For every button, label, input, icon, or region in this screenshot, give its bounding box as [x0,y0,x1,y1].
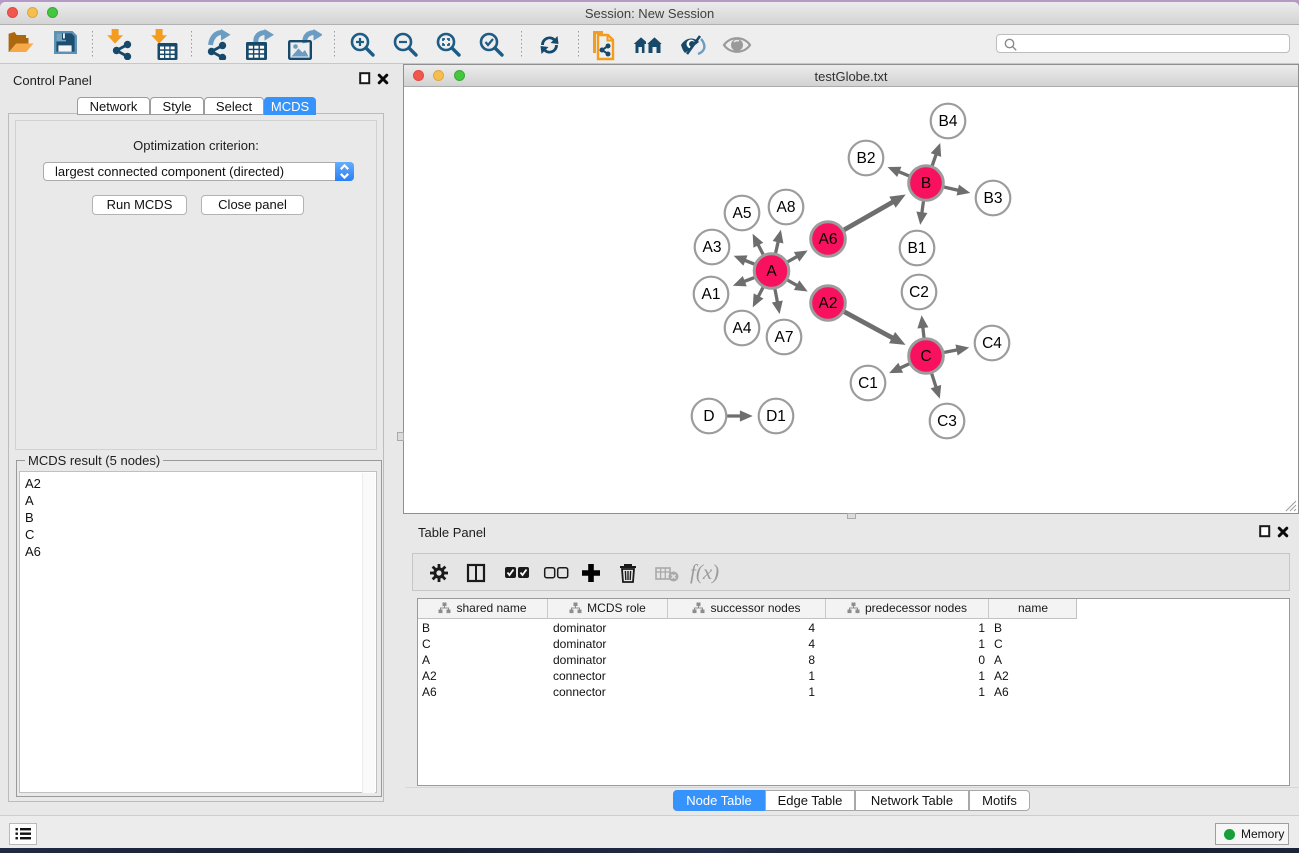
svg-text:C1: C1 [858,375,878,392]
svg-text:A7: A7 [775,329,794,346]
svg-text:B: B [921,175,931,192]
svg-text:B3: B3 [984,190,1003,207]
svg-text:B1: B1 [908,240,927,257]
svg-text:A5: A5 [733,205,752,222]
svg-text:C4: C4 [982,335,1002,352]
svg-text:A2: A2 [819,295,838,312]
svg-text:A8: A8 [777,199,796,216]
svg-text:C: C [920,348,931,365]
svg-text:D: D [703,408,714,425]
svg-text:B4: B4 [939,113,958,130]
svg-text:A4: A4 [733,320,752,337]
svg-text:A1: A1 [702,286,721,303]
svg-text:C3: C3 [937,413,957,430]
svg-text:A6: A6 [819,231,838,248]
svg-text:A: A [766,263,777,280]
svg-text:A3: A3 [703,239,722,256]
svg-text:C2: C2 [909,284,929,301]
svg-text:D1: D1 [766,408,786,425]
svg-text:B2: B2 [857,150,876,167]
